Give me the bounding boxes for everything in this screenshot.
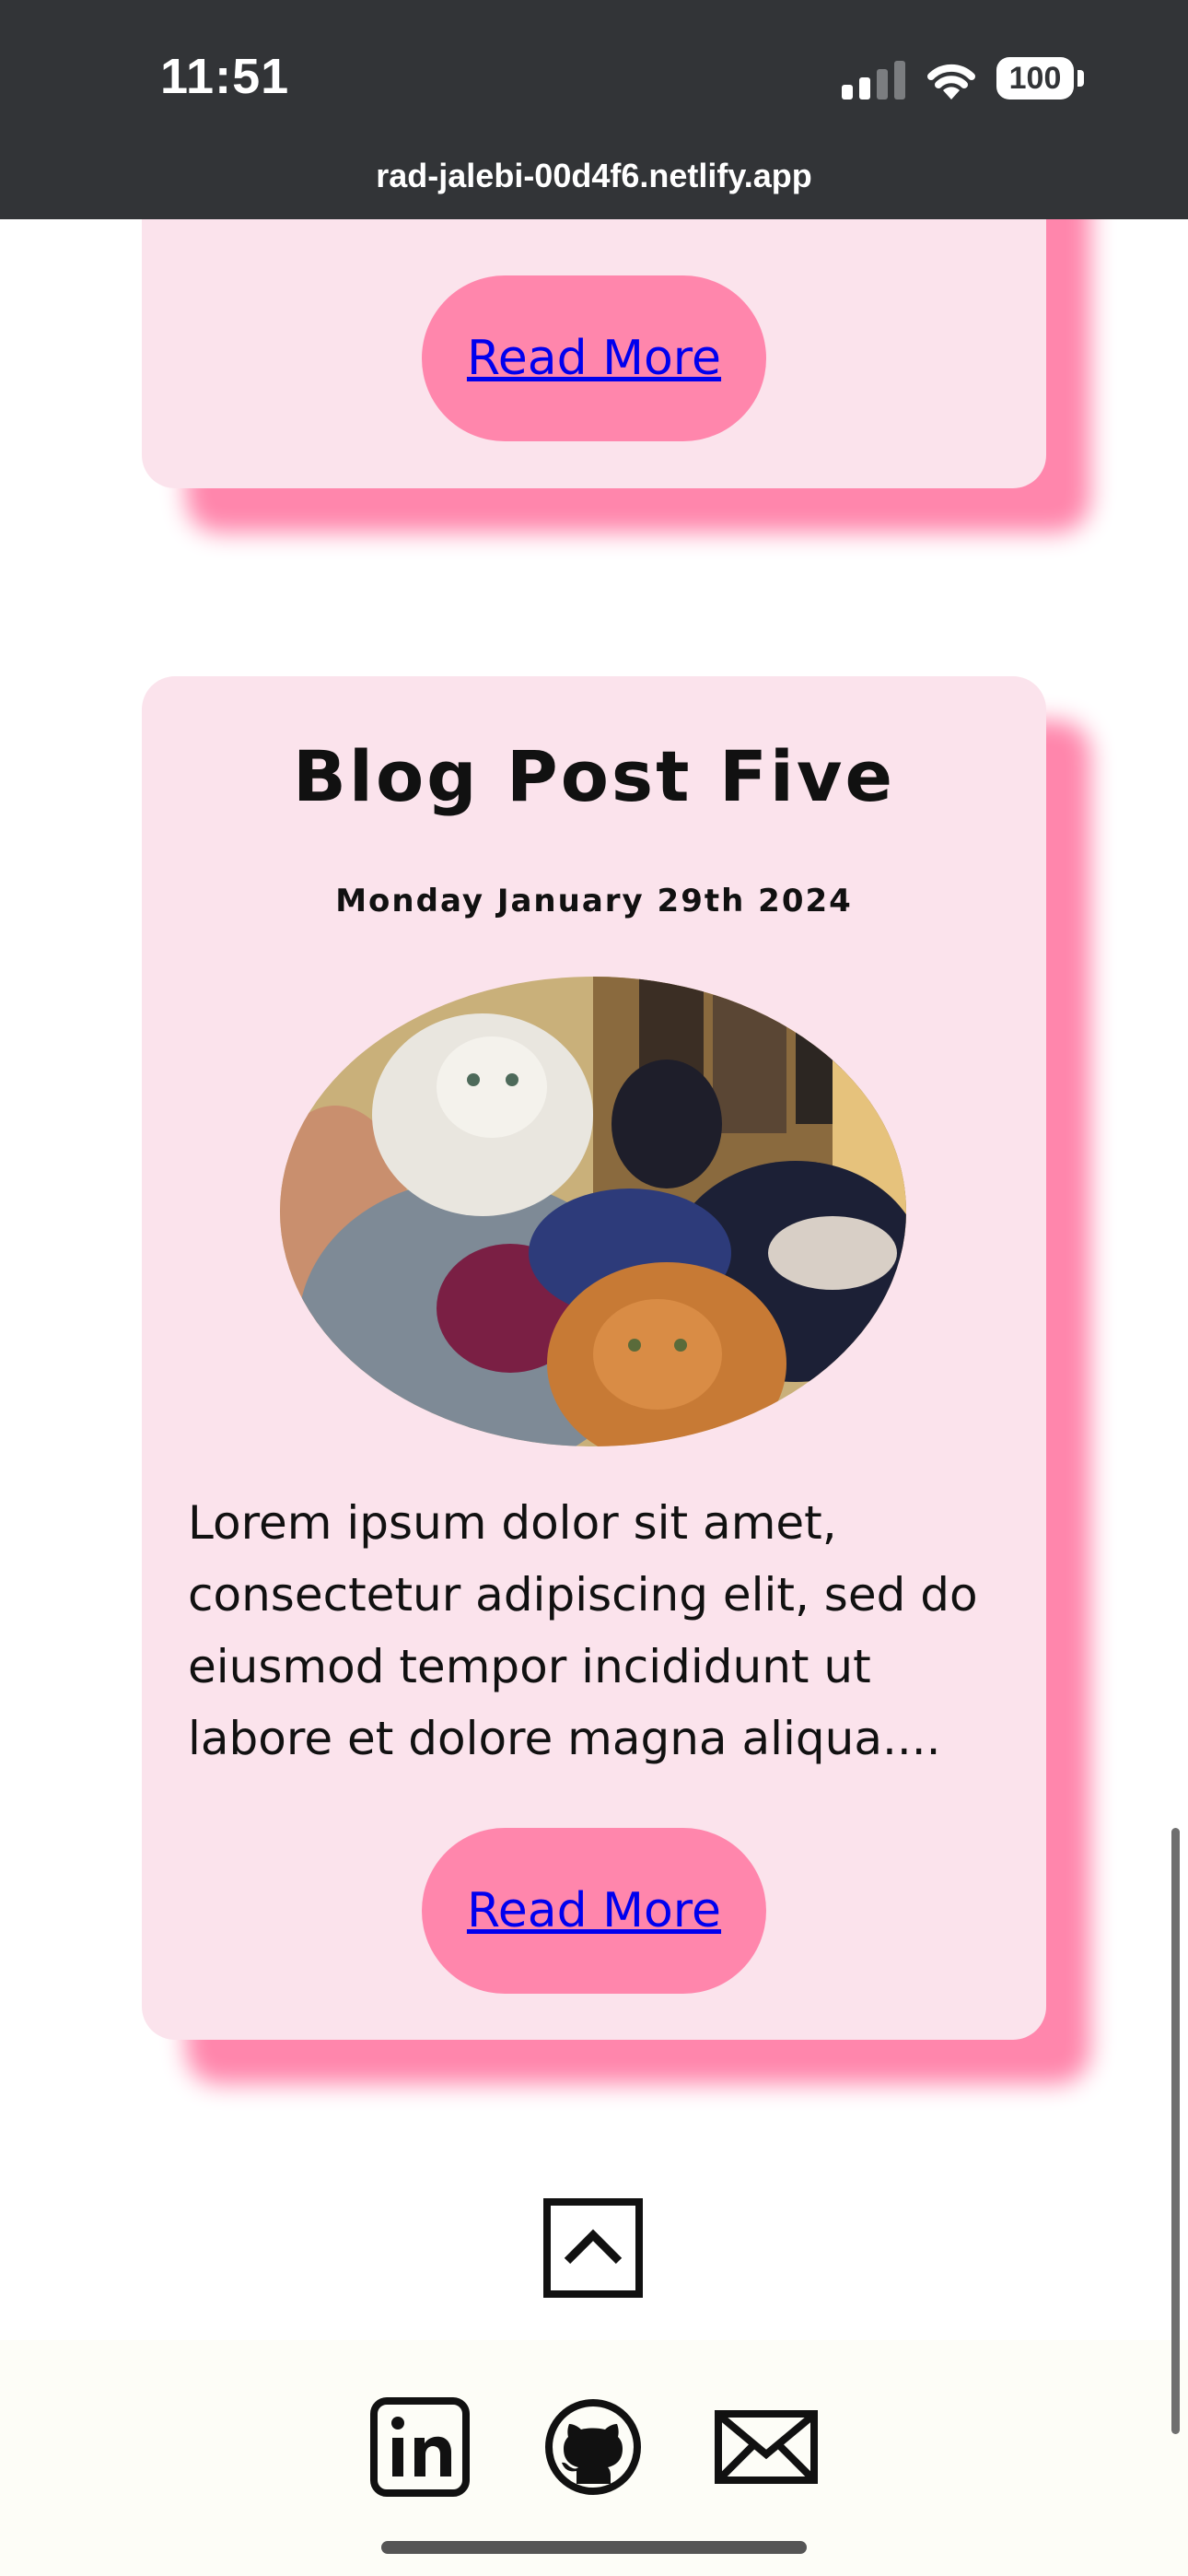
scrollbar[interactable] bbox=[1171, 1828, 1180, 2434]
post-excerpt: Lorem ipsum dolor sit amet, consectetur … bbox=[188, 1496, 978, 1765]
status-time: 11:51 bbox=[160, 49, 290, 104]
wifi-icon bbox=[927, 64, 975, 100]
battery-level: 100 bbox=[996, 57, 1074, 100]
read-more-button[interactable]: Read More bbox=[422, 1828, 766, 1994]
post-image bbox=[280, 977, 906, 1446]
battery-nub bbox=[1077, 70, 1084, 87]
mail-icon[interactable] bbox=[713, 2394, 820, 2500]
url-bar[interactable]: rad-jalebi-00d4f6.netlify.app bbox=[0, 157, 1188, 195]
cellular-signal-icon bbox=[842, 61, 906, 100]
chevron-up-icon[interactable] bbox=[543, 2198, 643, 2298]
linkedin-icon[interactable] bbox=[367, 2394, 473, 2500]
status-bar: 11:51 100 rad-jalebi-00d4f6.netlify.app bbox=[0, 0, 1188, 219]
battery-icon: 100 bbox=[996, 57, 1085, 101]
github-icon[interactable] bbox=[540, 2394, 646, 2500]
home-indicator[interactable] bbox=[381, 2541, 807, 2554]
post-title: Blog Post Five bbox=[292, 735, 896, 817]
post-date: Monday January 29th 2024 bbox=[335, 883, 853, 919]
read-more-button[interactable]: Read More bbox=[422, 275, 766, 441]
blog-card-five: Blog Post Five Monday January 29th 2024 bbox=[142, 676, 1046, 2040]
